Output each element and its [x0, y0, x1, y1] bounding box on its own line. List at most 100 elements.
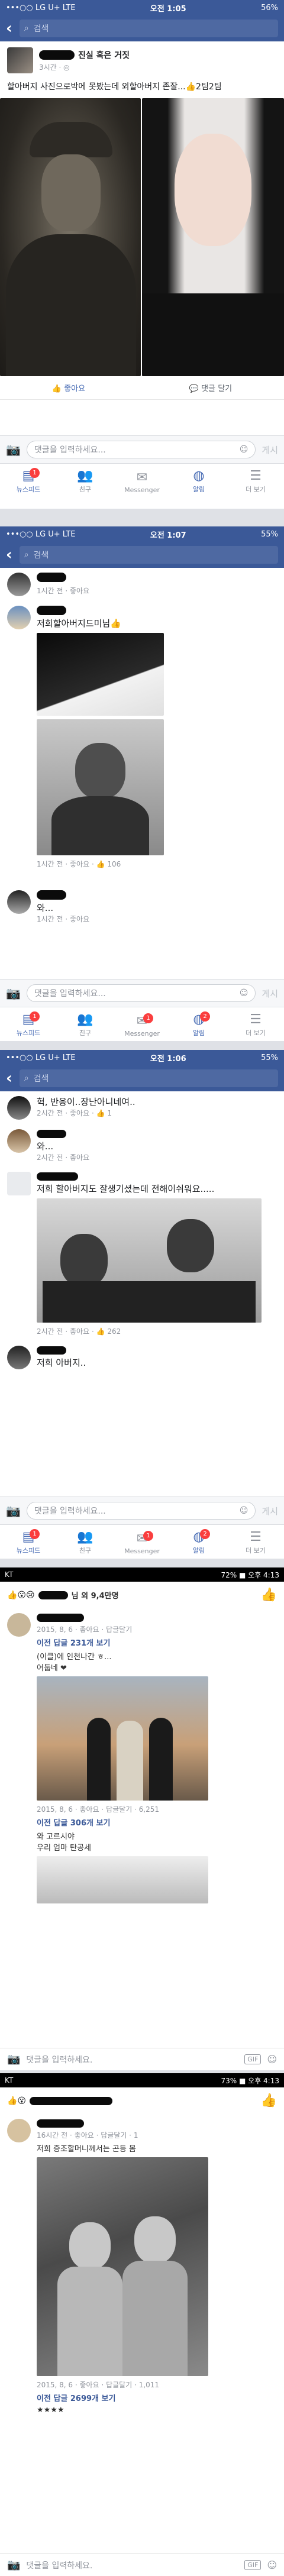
redacted-name [37, 1346, 66, 1355]
comment: 16시간 전 · 좋아요 · 답글달기 · 1 저희 증조할머니께서는 곤등 몸… [0, 2114, 284, 2419]
tab-newsfeed[interactable]: ▤ 1 뉴스피드 [8, 1529, 49, 1555]
search-input[interactable]: ⌕ 검색 [19, 20, 278, 37]
globe-icon: ◍ [193, 468, 205, 483]
tab-messenger[interactable]: ✉ Messenger [121, 471, 163, 494]
tab-more[interactable]: ☰ 더 보기 [235, 1013, 276, 1037]
hanbok [122, 2261, 188, 2376]
tab-more[interactable]: ☰ 더 보기 [235, 469, 276, 494]
redacted-name [39, 50, 75, 60]
comment-bar: 📷 댓글을 입력하세요... ☺ 게시 [0, 1497, 284, 1524]
globe-icon: ◎ [63, 63, 70, 72]
carrier: KT [5, 2076, 14, 2084]
hanbok [57, 2267, 122, 2376]
back-icon[interactable]: ‹ [6, 1069, 12, 1087]
emoji-icon[interactable]: ☺ [267, 2054, 277, 2065]
emoji-icon[interactable]: ☺ [240, 1506, 248, 1515]
post-button[interactable]: 게시 [262, 444, 278, 456]
avatar[interactable] [7, 573, 31, 596]
reply-text: 와 고르시야 [37, 1832, 75, 1841]
search-input[interactable]: ⌕ 검색 [19, 1069, 278, 1087]
post-button[interactable]: 게시 [262, 1505, 278, 1517]
like-icon[interactable]: 👍 [261, 2093, 277, 2108]
gif-button[interactable]: GIF [244, 2560, 262, 2570]
comment: 저희 할아버지도 잘생기셨는데 전해이쉬워요..... 2시간 전 · 좋아요 … [0, 1167, 284, 1341]
comment: 와... 1시간 전 · 좋아요 [0, 885, 284, 929]
tab-newsfeed[interactable]: ▤ 1 뉴스피드 [8, 468, 49, 494]
comment-input[interactable]: 댓글을 입력하세요. [26, 2559, 238, 2571]
avatar[interactable] [7, 47, 33, 73]
camera-icon[interactable]: 📷 [7, 2053, 20, 2066]
likes-count[interactable]: 님 외 9,4만명 [72, 1589, 119, 1601]
tab-newsfeed[interactable]: ▤ 1 뉴스피드 [8, 1011, 49, 1037]
camera-icon[interactable]: 📷 [6, 986, 21, 1000]
tab-friends[interactable]: 👥 친구 [64, 1530, 106, 1555]
redacted-name [38, 1591, 68, 1599]
carrier: KT [5, 1570, 14, 1579]
battery: 56% [261, 3, 278, 12]
emoji-icon[interactable]: ☺ [240, 988, 248, 998]
comment-photo[interactable] [37, 1198, 262, 1323]
person [149, 1718, 173, 1801]
screenshot-1: •••○○ LG U+ LTE 오전 1:05 56% ‹ ⌕ 검색 진실 혹은… [0, 0, 284, 509]
comment-input[interactable]: 댓글을 입력하세요... ☺ [26, 441, 256, 458]
search-bar: ‹ ⌕ 검색 [0, 1065, 284, 1091]
default-avatar[interactable] [7, 1172, 31, 1195]
uniform [51, 796, 149, 855]
back-icon[interactable]: ‹ [6, 546, 12, 564]
comment: 저희할아버지드미님👍 1시간 전 · 좋아요 · 👍 106 [0, 601, 284, 874]
avatar[interactable] [7, 1129, 31, 1153]
tab-notifications[interactable]: ◍ 2 알림 [178, 1011, 220, 1037]
comment: 헉, 반응이..장난아니네여.. 2시간 전 · 좋아요 · 👍 1 [0, 1091, 284, 1124]
post-body: 할아버지 사진으로박에 못봤는데 외할아버지 존잘...👍2팀2팀 [7, 82, 222, 92]
great-grandmother-photo[interactable] [37, 2157, 208, 2376]
family-photo[interactable] [37, 1676, 208, 1801]
search-input[interactable]: ⌕ 검색 [19, 546, 278, 564]
tab-friends[interactable]: 👥 친구 [64, 1013, 106, 1037]
camera-icon[interactable]: 📷 [6, 1504, 21, 1518]
avatar[interactable] [7, 606, 31, 629]
reply-photo[interactable] [37, 1856, 208, 1903]
badge: 1 [143, 1531, 153, 1541]
like-icon[interactable]: 👍 [261, 1588, 277, 1602]
comment-text: 저희 아버지.. [37, 1358, 86, 1368]
comment-photo-1[interactable] [37, 633, 164, 716]
comment-photo-2[interactable] [37, 719, 164, 855]
tab-messenger[interactable]: ✉ 1 Messenger [121, 1013, 163, 1037]
back-icon[interactable]: ‹ [6, 20, 12, 37]
avatar[interactable] [7, 2119, 31, 2142]
emoji-icon[interactable]: ☺ [240, 445, 248, 454]
camera-icon[interactable]: 📷 [7, 2559, 20, 2571]
tab-label: 알림 [192, 1547, 205, 1554]
comment-input[interactable]: 댓글을 입력하세요... ☺ [26, 1502, 256, 1520]
view-replies-link[interactable]: 이전 답글 306개 보기 [37, 1817, 208, 1828]
like-button[interactable]: 👍 좋아요 [52, 382, 85, 393]
avatar[interactable] [7, 1096, 31, 1120]
redacted-name [30, 2096, 113, 2105]
avatar[interactable] [7, 1346, 31, 1369]
comment-placeholder: 댓글을 입력하세요... [34, 1507, 106, 1516]
comment-input[interactable]: 댓글을 입력하세요. [26, 2054, 238, 2066]
view-replies-link[interactable]: 이전 답글 231개 보기 [37, 1637, 208, 1648]
tab-friends[interactable]: 👥 친구 [64, 469, 106, 494]
emoji-icon[interactable]: ☺ [267, 2559, 277, 2571]
tab-notifications[interactable]: ◍ 2 알림 [178, 1529, 220, 1555]
avatar[interactable] [7, 1613, 31, 1637]
grandfather-photo[interactable] [0, 98, 141, 376]
badge: 1 [143, 1013, 153, 1023]
camera-icon[interactable]: 📷 [6, 442, 21, 457]
comment-button[interactable]: 💬 댓글 달기 [189, 382, 232, 393]
post-button[interactable]: 게시 [262, 987, 278, 1000]
granddaughter-photo[interactable] [142, 98, 284, 376]
tab-more[interactable]: ☰ 더 보기 [235, 1530, 276, 1555]
view-replies-link[interactable]: 이전 답글 2699개 보기 [37, 2392, 208, 2403]
battery: 55% [261, 529, 278, 539]
tab-label: 더 보기 [246, 486, 266, 493]
tab-messenger[interactable]: ✉ 1 Messenger [121, 1531, 163, 1555]
face [41, 154, 101, 231]
tab-notifications[interactable]: ◍ 알림 [178, 469, 220, 494]
avatar[interactable] [7, 890, 31, 914]
gif-button[interactable]: GIF [244, 2054, 262, 2064]
face [60, 1234, 108, 1287]
comment-text: 저희 증조할머니께서는 곤등 몸 [37, 2145, 136, 2154]
comment-input[interactable]: 댓글을 입력하세요... ☺ [26, 984, 256, 1002]
